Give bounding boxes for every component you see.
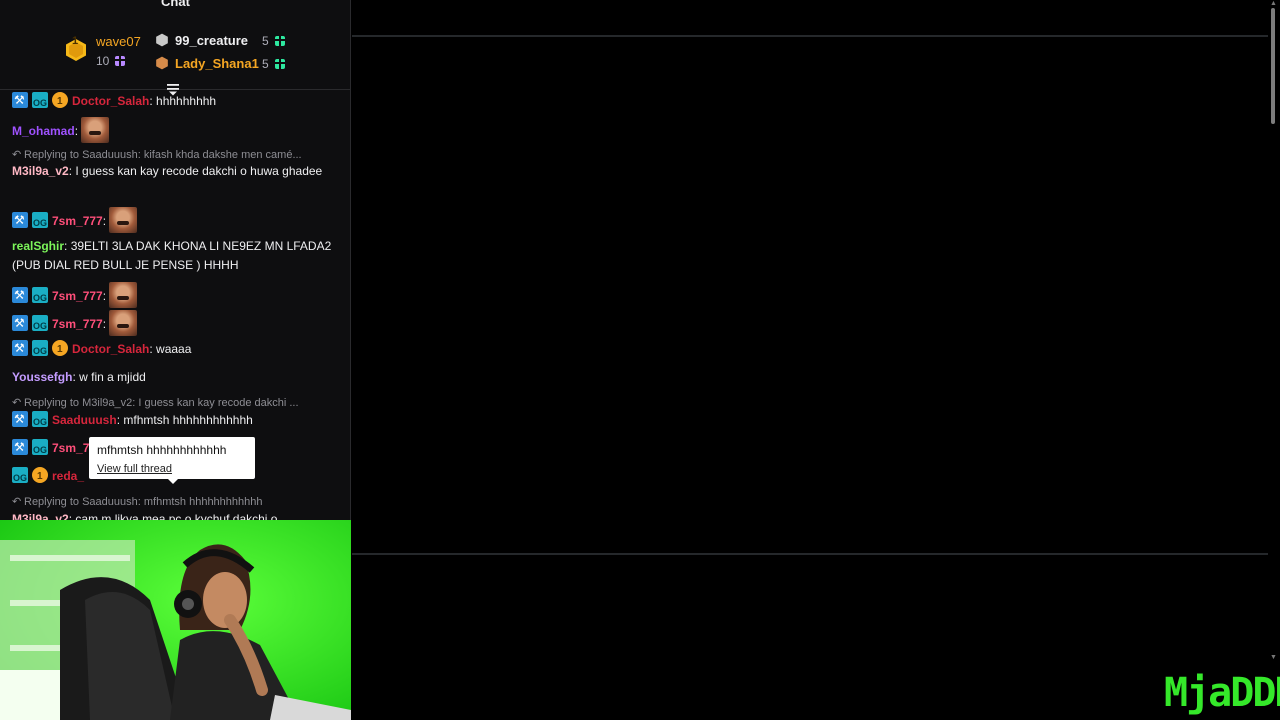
reply-text: Replying to Saaduuush: kifash khda daksh… [24, 149, 302, 161]
mod-badge-icon [12, 410, 28, 429]
chat-message: 7sm_777: [12, 282, 338, 308]
chat-username[interactable]: 7sm_777 [52, 289, 103, 303]
mod-badge-icon [12, 211, 28, 230]
reply-arrow-icon: ↶ [12, 149, 22, 161]
scrollbar[interactable]: ▲ ▼ [1268, 0, 1280, 665]
mod-badge-icon [12, 314, 28, 333]
mod-badge-icon [12, 339, 28, 358]
og-badge-icon [32, 92, 48, 113]
reply-context[interactable]: ↶ Replying to M3il9a_v2: I guess kan kay … [12, 396, 299, 409]
webcam-overlay [0, 520, 351, 720]
silver-medal-icon [156, 33, 168, 47]
og-badge-icon [32, 212, 48, 233]
emote-icon[interactable] [109, 207, 138, 233]
reply-context[interactable]: ↶ Replying to Saaduuush: mfhmtsh hhhhhhhh… [12, 495, 263, 508]
chat-message: M3il9a_v2: cam m likya mea pc o kychuf d… [12, 510, 338, 520]
scrollbar-thumb[interactable] [1271, 8, 1275, 124]
leaderboard-name-1[interactable]: wave07 [96, 34, 141, 49]
leaderboard-count-2: 5 [262, 34, 269, 48]
chat-message: 7sm_777: [12, 310, 338, 336]
chat-separator: : [102, 289, 107, 303]
chat-message: Youssefgh: w fin a mjidd [12, 368, 338, 387]
emote-icon[interactable] [109, 282, 138, 308]
reply-arrow-icon: ↶ [12, 397, 22, 409]
webcam-feed-image [0, 520, 351, 720]
mod-badge-icon [12, 286, 28, 305]
stream-stage: ▲ ▼ MjaDDD [352, 0, 1280, 720]
scroll-down-icon[interactable]: ▼ [1270, 654, 1277, 661]
reply-arrow-icon: ↶ [12, 496, 22, 508]
chat-text: w fin a mjidd [79, 370, 146, 384]
chat-username[interactable]: Doctor_Salah [72, 342, 149, 356]
og-badge-icon [32, 287, 48, 308]
chat-username[interactable]: Doctor_Salah [72, 94, 149, 108]
emote-icon[interactable] [109, 310, 138, 336]
chat-panel: Chat 1 wave07 10 99_creature 5 Lady_Shan… [0, 0, 351, 520]
rank-label: 1 [72, 35, 79, 47]
chat-username[interactable]: M3il9a_v2 [12, 164, 69, 178]
sub-badge-icon [52, 92, 68, 112]
reply-context[interactable]: ↶ Replying to Saaduuush: kifash khda daks… [12, 148, 302, 161]
chat-message: Saaduuush: mfhmtsh hhhhhhhhhhhh [12, 410, 338, 432]
chat-text: waaaa [156, 342, 192, 356]
chat-separator: : [74, 124, 79, 138]
channel-watermark: MjaDDD [1164, 670, 1280, 716]
leaderboard-count-1: 10 [96, 54, 110, 68]
chat-username[interactable]: 7sm_7 [52, 441, 89, 455]
tooltip-tail [167, 478, 179, 484]
gift-icon [275, 36, 285, 46]
gift-leaderboard: 1 wave07 10 99_creature 5 Lady_Shana1 5 [0, 24, 350, 90]
reply-text: Replying to M3il9a_v2: I guess kan kay r… [24, 397, 299, 409]
chat-text: cam m likya mea pc o kychuf dakchi o [75, 512, 278, 520]
chat-title: Chat [161, 0, 190, 9]
mod-badge-icon [12, 438, 28, 457]
og-badge-icon [32, 315, 48, 336]
og-badge-icon [32, 411, 48, 432]
chat-username[interactable]: M3il9a_v2 [12, 512, 69, 520]
chat-username[interactable]: Youssefgh [12, 370, 72, 384]
chat-text: mfhmtsh hhhhhhhhhhhh [123, 413, 253, 427]
stage-divider [352, 553, 1269, 555]
reply-thread-tooltip: mfhmtsh hhhhhhhhhhhh View full thread [89, 437, 255, 484]
chat-message: Doctor_Salah: hhhhhhhhh [12, 92, 338, 113]
chat-separator: : [64, 239, 71, 253]
leaderboard-count-3: 5 [262, 57, 269, 71]
gift-icon [115, 56, 125, 66]
mod-badge-icon [12, 92, 28, 110]
chat-username[interactable]: M_ohamad [12, 124, 75, 138]
chat-text: I guess kan kay recode dakchi o huwa gha… [75, 164, 323, 178]
sub-badge-icon [52, 340, 68, 360]
leaderboard-name-3[interactable]: Lady_Shana1 [175, 56, 259, 71]
emote-icon[interactable] [81, 117, 110, 143]
chat-separator: : [102, 317, 107, 331]
chat-username[interactable]: 7sm_777 [52, 214, 103, 228]
chat-separator: : [102, 214, 107, 228]
reply-text: Replying to Saaduuush: mfhmtsh hhhhhhhhh… [24, 496, 263, 508]
chat-username[interactable]: realSghir [12, 239, 64, 253]
og-badge-icon [32, 439, 48, 460]
chat-username[interactable]: Saaduuush [52, 413, 117, 427]
chat-message: realSghir: 39ELTI 3LA DAK KHONA LI NE9EZ… [12, 237, 338, 274]
bronze-medal-icon [156, 56, 168, 70]
gift-icon [275, 59, 285, 69]
chat-message: Doctor_Salah: waaaa [12, 339, 338, 361]
stage-divider [352, 35, 1269, 37]
sub-badge-icon [32, 467, 48, 487]
chat-username[interactable]: reda_ [52, 469, 84, 483]
leaderboard-name-2[interactable]: 99_creature [175, 33, 248, 48]
scroll-up-icon[interactable]: ▲ [1270, 0, 1277, 7]
tooltip-text: mfhmtsh hhhhhhhhhhhh [97, 443, 227, 457]
og-badge-icon [32, 340, 48, 361]
chat-message: M3il9a_v2: I guess kan kay recode dakchi… [12, 162, 338, 181]
chat-message: 7sm_777: [12, 207, 338, 233]
chat-text: hhhhhhhhh [156, 94, 217, 108]
chat-username[interactable]: 7sm_777 [52, 317, 103, 331]
chat-message: M_ohamad: [12, 117, 338, 143]
view-full-thread-link[interactable]: View full thread [97, 463, 172, 475]
og-badge-icon [12, 467, 28, 488]
